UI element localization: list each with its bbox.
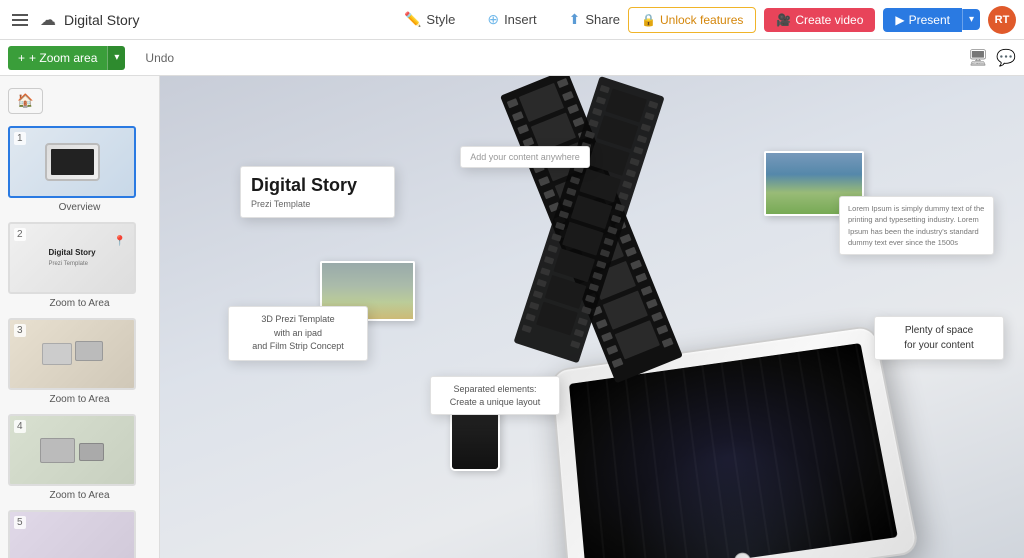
share-icon: ⬆ — [569, 11, 581, 28]
present-button[interactable]: ▶ Present — [883, 8, 962, 32]
slide-label-2: Zoom to Area — [8, 297, 151, 310]
monitor-icon[interactable]: 🖥 — [968, 48, 988, 68]
insert-icon: ⊕ — [487, 11, 499, 28]
prezi-template-card: 3D Prezi Templatewith an ipadand Film St… — [228, 306, 368, 361]
tablet-side-button — [884, 380, 892, 404]
tablet-screen — [569, 343, 898, 558]
present-dropdown-button[interactable]: ▾ — [962, 9, 980, 30]
lorem-card: Lorem Ipsum is simply dummy text of the … — [839, 196, 994, 255]
chat-icon[interactable]: 💬 — [996, 48, 1016, 68]
slide-thumbnail-4: 4 — [8, 414, 136, 486]
slide-label-3: Zoom to Area — [8, 393, 151, 406]
canvas-area[interactable]: Digital Story Prezi Template Add your co… — [160, 76, 1024, 558]
filmstrip-1 — [500, 76, 683, 383]
create-video-button[interactable]: 🎥 Create video — [764, 8, 875, 32]
slide-thumbnail-1: 1 — [8, 126, 136, 198]
separated-text: Separated elements:Create a unique layou… — [439, 383, 551, 408]
slide-label-4: Zoom to Area — [8, 489, 151, 502]
main-title-card: Digital Story Prezi Template — [240, 166, 395, 218]
undo-button[interactable]: Undo — [137, 47, 182, 69]
add-content-card: Add your content anywhere — [460, 146, 590, 168]
style-button[interactable]: ✏️ Style — [388, 5, 471, 34]
slide-thumbnail-2: 2 Digital StoryPrezi Template 📍 — [8, 222, 136, 294]
main-card-subtitle: Prezi Template — [251, 199, 384, 209]
slide-number-1: 1 — [14, 132, 26, 145]
tablet-body — [550, 325, 920, 558]
slide2-text: Digital StoryPrezi Template — [48, 248, 95, 267]
unlock-features-button[interactable]: 🔒 Unlock features — [628, 7, 756, 33]
separated-card: Separated elements:Create a unique layou… — [430, 376, 560, 415]
slide-label-1: Overview — [8, 201, 151, 214]
space-card: Plenty of spacefor your content — [874, 316, 1004, 360]
hamburger-menu-button[interactable] — [8, 10, 32, 30]
space-text: Plenty of spacefor your content — [883, 323, 995, 353]
filmstrip-2 — [513, 76, 664, 363]
slide-item-1[interactable]: 1 Overview — [0, 122, 159, 218]
zoom-area-button[interactable]: + + Zoom area — [8, 46, 107, 70]
top-nav: ✏️ Style ⊕ Insert ⬆ Share — [388, 5, 636, 34]
lorem-text: Lorem Ipsum is simply dummy text of the … — [848, 203, 985, 248]
secondary-toolbar: + + Zoom area ▾ Undo 🖥 💬 — [0, 40, 1024, 76]
insert-button[interactable]: ⊕ Insert — [471, 5, 552, 34]
video-icon: 🎥 — [776, 13, 791, 27]
home-button[interactable]: 🏠 — [8, 88, 43, 114]
cloud-icon: ☁ — [40, 10, 56, 30]
slide-number-2: 2 — [14, 228, 26, 241]
slide-number-5: 5 — [14, 516, 26, 529]
present-button-group: ▶ Present ▾ — [883, 8, 980, 32]
slide-number-4: 4 — [14, 420, 26, 433]
add-content-text: Add your content anywhere — [469, 152, 581, 162]
slide5-content — [68, 536, 76, 557]
zoom-button-group: + + Zoom area ▾ — [8, 46, 125, 70]
tablet — [550, 325, 920, 558]
prezi-template-text: 3D Prezi Templatewith an ipadand Film St… — [237, 313, 359, 354]
top-right-actions: 🔒 Unlock features 🎥 Create video ▶ Prese… — [628, 6, 1016, 34]
tablet-screen-inner — [569, 343, 898, 558]
lock-icon: 🔒 — [641, 13, 656, 27]
slide-item-2[interactable]: 2 Digital StoryPrezi Template 📍 Zoom to … — [0, 218, 159, 314]
play-icon: ▶ — [895, 13, 904, 27]
share-button[interactable]: ⬆ Share — [553, 5, 636, 34]
slide1-tablet-screen — [51, 149, 94, 175]
plus-icon: + — [18, 51, 25, 65]
slides-sidebar: 🏠 1 Overview 2 Digital StoryPrezi Templa… — [0, 76, 160, 558]
slide-item-3[interactable]: 3 Zoom to Area — [0, 314, 159, 410]
secondary-right-actions: 🖥 💬 — [968, 48, 1016, 68]
top-bar: ☁ Digital Story ✏️ Style ⊕ Insert ⬆ Shar… — [0, 0, 1024, 40]
main-layout: 🏠 1 Overview 2 Digital StoryPrezi Templa… — [0, 76, 1024, 558]
slide-thumbnail-3: 3 — [8, 318, 136, 390]
slide-number-3: 3 — [14, 324, 26, 337]
pin-icon: 📍 — [114, 236, 126, 247]
zoom-dropdown-button[interactable]: ▾ — [107, 46, 125, 70]
slide1-mini-tablet — [45, 143, 100, 181]
slide-item-5[interactable]: 5 3D Prezi Template with an ipad and Fil… — [0, 506, 159, 558]
user-avatar[interactable]: RT — [988, 6, 1016, 34]
style-icon: ✏️ — [404, 11, 421, 28]
slide-thumbnail-5: 5 — [8, 510, 136, 558]
home-btn-container: 🏠 — [0, 84, 159, 122]
slide-item-4[interactable]: 4 Zoom to Area — [0, 410, 159, 506]
main-card-title: Digital Story — [251, 175, 384, 197]
